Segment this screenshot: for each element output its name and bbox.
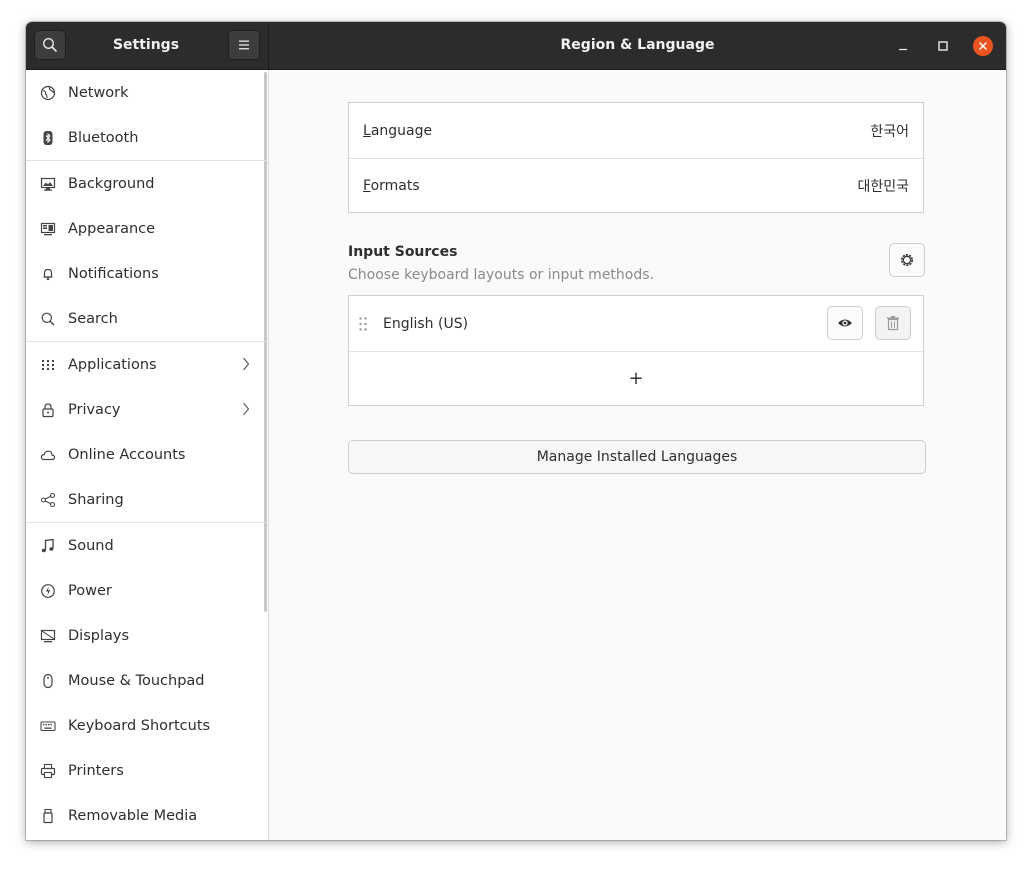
sidebar-item-background[interactable]: Background	[26, 161, 266, 206]
add-icon: +	[628, 368, 644, 389]
chevron-right-icon	[242, 357, 250, 375]
add-input-source-row[interactable]: +	[349, 351, 923, 406]
maximize-icon	[938, 41, 948, 51]
input-sources-title: Input Sources	[348, 244, 458, 260]
eye-icon	[838, 319, 852, 327]
chevron-right-icon	[242, 402, 250, 420]
sidebar-item-label: Keyboard Shortcuts	[68, 717, 211, 734]
sidebar-item-label: Appearance	[68, 220, 156, 237]
sidebar-item-sharing[interactable]: Sharing	[26, 477, 266, 522]
maximize-button[interactable]	[933, 36, 953, 56]
sidebar-item-online-accounts[interactable]: Online Accounts	[26, 432, 266, 477]
sidebar-item-privacy[interactable]: Privacy	[26, 387, 266, 432]
sidebar-header: Settings	[26, 22, 269, 69]
input-source-label: English (US)	[383, 315, 469, 332]
formats-value: 대한민국	[857, 178, 909, 195]
globe-icon	[40, 85, 56, 101]
close-button[interactable]	[973, 36, 993, 56]
drag-handle-icon[interactable]	[358, 316, 368, 332]
trash-icon	[887, 316, 899, 331]
sidebar-item-network[interactable]: Network	[26, 70, 266, 115]
music-note-icon	[40, 538, 56, 554]
gear-icon	[901, 254, 913, 266]
sidebar: Network Bluetooth Background Appearance	[26, 70, 269, 840]
sidebar-item-displays[interactable]: Displays	[26, 613, 266, 658]
sidebar-item-label: Power	[68, 582, 112, 599]
formats-label: Formats	[363, 177, 420, 194]
lock-icon	[40, 402, 56, 418]
remove-input-source-button[interactable]	[875, 306, 911, 340]
sidebar-item-label: Applications	[68, 356, 157, 373]
preview-layout-button[interactable]	[827, 306, 863, 340]
minimize-icon	[899, 48, 907, 51]
sidebar-item-label: Notifications	[68, 265, 159, 282]
power-icon	[40, 583, 56, 599]
sidebar-item-notifications[interactable]: Notifications	[26, 251, 266, 296]
cloud-icon	[40, 447, 56, 463]
sidebar-item-removable-media[interactable]: Removable Media	[26, 793, 266, 838]
input-sources-subtitle: Choose keyboard layouts or input methods…	[348, 267, 654, 283]
language-formats-list: Language 한국어 Formats 대한민국	[348, 102, 924, 213]
mouse-icon	[40, 673, 56, 689]
menu-button[interactable]	[228, 30, 260, 60]
sidebar-item-power[interactable]: Power	[26, 568, 266, 613]
bell-icon	[40, 266, 56, 282]
sidebar-item-label: Removable Media	[68, 807, 198, 824]
settings-window: Settings Region & Language Network Bluet…	[26, 22, 1006, 840]
search-button[interactable]	[34, 30, 66, 60]
sidebar-item-appearance[interactable]: Appearance	[26, 206, 266, 251]
usb-icon	[40, 808, 56, 824]
sidebar-item-label: Bluetooth	[68, 129, 139, 146]
sidebar-item-label: Displays	[68, 627, 130, 644]
sidebar-item-label: Background	[68, 175, 155, 192]
input-source-row[interactable]: English (US)	[349, 296, 923, 351]
sidebar-item-search[interactable]: Search	[26, 296, 266, 341]
sidebar-item-applications[interactable]: Applications	[26, 342, 266, 387]
sidebar-title: Settings	[112, 37, 180, 53]
header-bar: Settings Region & Language	[26, 22, 1006, 70]
sidebar-item-keyboard-shortcuts[interactable]: Keyboard Shortcuts	[26, 703, 266, 748]
sidebar-item-printers[interactable]: Printers	[26, 748, 266, 793]
printer-icon	[40, 763, 56, 779]
share-icon	[40, 492, 56, 508]
display-icon	[40, 628, 56, 644]
language-value: 한국어	[870, 123, 909, 140]
sidebar-item-bluetooth[interactable]: Bluetooth	[26, 115, 266, 160]
appearance-icon	[40, 221, 56, 237]
search-icon	[42, 37, 57, 52]
keyboard-icon	[40, 718, 56, 734]
bluetooth-icon	[40, 130, 56, 146]
search-icon	[40, 311, 56, 327]
formats-row[interactable]: Formats 대한민국	[349, 158, 923, 213]
language-label: Language	[363, 122, 433, 139]
input-source-options-button[interactable]	[889, 243, 925, 277]
sidebar-item-label: Mouse & Touchpad	[68, 672, 205, 689]
sidebar-item-label: Network	[68, 84, 129, 101]
hamburger-menu-icon	[239, 40, 249, 50]
language-row[interactable]: Language 한국어	[349, 103, 923, 158]
sidebar-item-label: Online Accounts	[68, 446, 186, 463]
sidebar-item-label: Sound	[68, 537, 114, 554]
minimize-button[interactable]	[893, 36, 913, 56]
background-icon	[40, 176, 56, 192]
manage-installed-languages-button[interactable]: Manage Installed Languages	[348, 440, 926, 474]
sidebar-item-label: Search	[68, 310, 118, 327]
sidebar-item-sound[interactable]: Sound	[26, 523, 266, 568]
sidebar-item-label: Privacy	[68, 401, 121, 418]
sidebar-item-label: Sharing	[68, 491, 124, 508]
close-icon	[979, 42, 987, 50]
sidebar-item-label: Printers	[68, 762, 124, 779]
region-language-panel: Language 한국어 Formats 대한민국 Input Sources …	[269, 70, 1006, 840]
apps-grid-icon	[40, 357, 56, 373]
sidebar-item-mouse-touchpad[interactable]: Mouse & Touchpad	[26, 658, 266, 703]
input-sources-list: English (US) +	[348, 295, 924, 406]
